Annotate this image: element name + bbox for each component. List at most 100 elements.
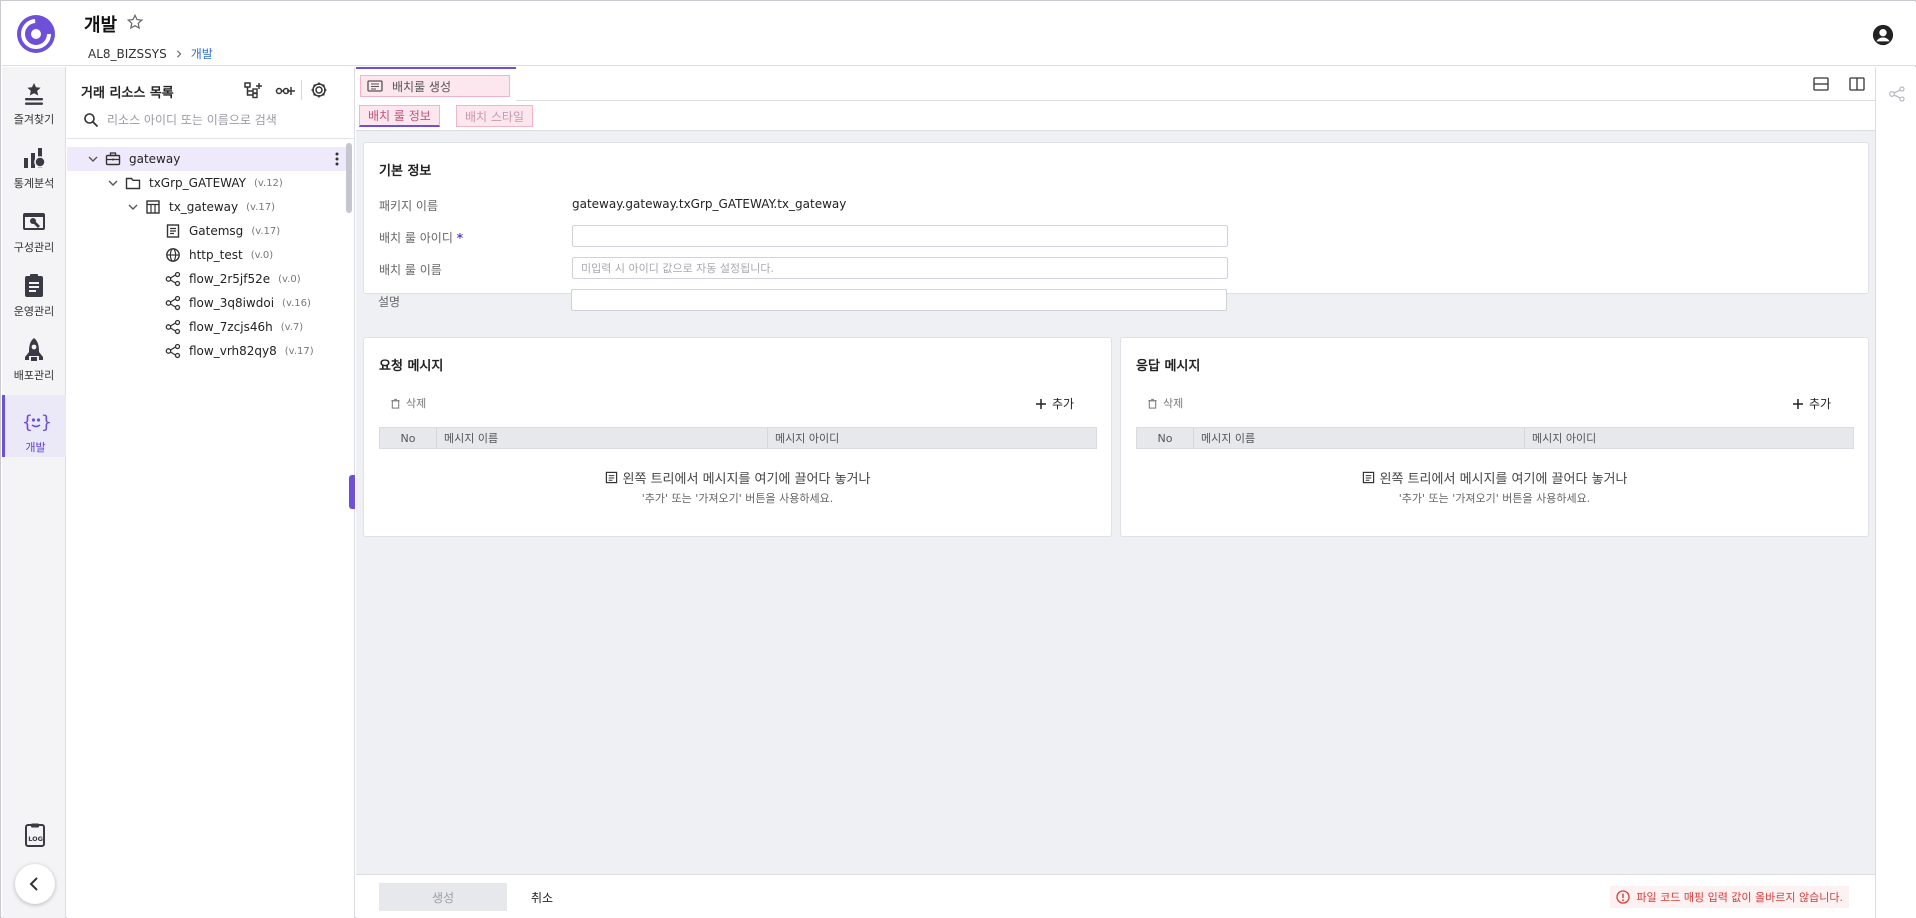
tree-scrollbar[interactable] [346, 143, 352, 213]
resource-panel: 거래 리소스 목록 gateway txGrp_GATEW [67, 67, 355, 918]
folder-icon [125, 175, 141, 191]
tree-node-version: (v.12) [253, 177, 283, 189]
tree-node-http-test[interactable]: http_test (v.0) [67, 243, 349, 267]
nav-item-deployment[interactable]: 배포관리 [2, 323, 66, 385]
nav-label: 배포관리 [13, 369, 55, 382]
split-horizontal-icon[interactable] [1813, 77, 1829, 91]
plus-icon [1793, 398, 1803, 409]
tree-node-gatemsg[interactable]: Gatemsg (v.17) [67, 219, 349, 243]
rule-name-input[interactable] [572, 257, 1228, 279]
flow-icon [165, 271, 181, 287]
description-input[interactable] [571, 289, 1227, 311]
editor-area: 배치룰 생성 배치 룰 정보 배치 스타일 기본 정보 패키지 이름 gatew… [356, 67, 1875, 918]
tree-node-label: tx_gateway [169, 200, 239, 214]
chevron-down-icon[interactable] [127, 201, 139, 213]
split-vertical-icon[interactable] [1849, 77, 1865, 91]
flow-outline-icon[interactable] [1888, 85, 1906, 103]
panel-resize-handle[interactable] [349, 475, 355, 509]
tree-node-version: (v.7) [280, 321, 304, 333]
nav-label: 통계분석 [13, 177, 55, 190]
tree-node-label: txGrp_GATEWAY [149, 176, 246, 190]
config-icon [20, 208, 48, 236]
tree-node-label: Gatemsg [189, 224, 244, 238]
tab-batch-style[interactable]: 배치 스타일 [456, 105, 534, 127]
create-button[interactable]: 생성 [379, 883, 507, 911]
add-button[interactable]: 추가 [1792, 395, 1831, 412]
col-no: No [380, 428, 437, 448]
description-label: 설명 [378, 295, 401, 309]
nav-item-operations[interactable]: 운영관리 [2, 259, 66, 321]
cancel-button[interactable]: 취소 [531, 883, 553, 911]
rule-id-input[interactable] [572, 225, 1228, 247]
clipboard-icon [20, 272, 48, 300]
app-logo-icon[interactable] [16, 14, 56, 54]
request-message-title: 요청 메시지 [379, 359, 444, 374]
nav-item-statistics[interactable]: 통계분석 [2, 131, 66, 193]
tab-batch-rule-info[interactable]: 배치 룰 정보 [359, 105, 440, 127]
nav-item-development[interactable]: {} 개발 [2, 395, 66, 457]
editor-footer: 생성 취소 파일 코드 매핑 입력 값이 올바르지 않습니다. [356, 874, 1875, 918]
sub-tab-bar: 배치 룰 정보 배치 스타일 [356, 101, 1875, 131]
empty-state-line2: '추가' 또는 '가져오기' 버튼을 사용하세요. [1398, 492, 1591, 505]
tree-expand-icon[interactable] [243, 80, 263, 100]
nav-item-configuration[interactable]: 구성관리 [2, 195, 66, 257]
error-info-icon [1616, 890, 1631, 904]
message-table-header: No 메시지 이름 메시지 아이디 [1136, 427, 1854, 449]
svg-text:}: } [41, 412, 50, 433]
response-message-title: 응답 메시지 [1136, 359, 1201, 374]
tree-node-tx-gateway[interactable]: tx_gateway (v.17) [67, 195, 349, 219]
doc-tab-batch-rule-create[interactable]: 배치룰 생성 [356, 67, 516, 101]
message-icon [605, 471, 617, 484]
tree-node-label: flow_2r5jf52e [189, 272, 271, 286]
user-account-icon[interactable] [1872, 24, 1894, 46]
add-button-label: 추가 [1809, 397, 1832, 411]
flow-icon [165, 319, 181, 335]
doc-tab-inner: 배치룰 생성 [360, 75, 510, 97]
search-icon [83, 112, 99, 128]
trash-icon [391, 398, 400, 409]
basic-info-title: 기본 정보 [379, 164, 432, 179]
nav-item-favorites[interactable]: 즐겨찾기 [2, 67, 66, 129]
nav-label: 즐겨찾기 [13, 113, 55, 126]
breadcrumb: AL8_BIZSSYS 개발 [88, 45, 213, 62]
tree-node-flow-3[interactable]: flow_7zcjs46h (v.7) [67, 315, 349, 339]
add-button[interactable]: 추가 [1035, 395, 1074, 412]
briefcase-icon [105, 151, 121, 167]
breadcrumb-item-root[interactable]: AL8_BIZSSYS [88, 47, 167, 61]
col-message-name: 메시지 이름 [1194, 428, 1525, 448]
chevron-down-icon[interactable] [107, 177, 119, 189]
message-icon [1362, 471, 1374, 484]
tree-node-flow-2[interactable]: flow_3q8iwdoi (v.16) [67, 291, 349, 315]
message-table-header: No 메시지 이름 메시지 아이디 [379, 427, 1097, 449]
globe-icon [165, 247, 181, 263]
col-no: No [1137, 428, 1194, 448]
settings-gear-icon[interactable] [309, 80, 329, 100]
tree-node-label: flow_7zcjs46h [189, 320, 273, 334]
tree-node-txgrp[interactable]: txGrp_GATEWAY (v.12) [67, 171, 349, 195]
document-tab-bar: 배치룰 생성 [356, 67, 1875, 101]
more-vertical-icon[interactable] [335, 151, 339, 167]
tree-node-flow-4[interactable]: flow_vrh82qy8 (v.17) [67, 339, 349, 363]
tree-node-label: http_test [189, 248, 243, 262]
tree-node-version: (v.0) [278, 273, 301, 285]
collapse-nav-button[interactable] [15, 864, 55, 904]
add-button-label: 추가 [1052, 397, 1075, 411]
delete-button[interactable]: 삭제 [390, 395, 426, 411]
resource-search-input[interactable] [107, 109, 337, 131]
svg-text:LOG: LOG [28, 835, 43, 843]
chevron-right-icon [175, 49, 183, 58]
add-flow-icon[interactable] [275, 80, 295, 100]
tree-node-gateway[interactable]: gateway [67, 147, 349, 171]
nav-label: 구성관리 [13, 241, 55, 254]
tree-node-label: gateway [129, 152, 181, 166]
app-header: 개발 AL8_BIZSSYS 개발 [2, 2, 1916, 66]
rule-name-label: 배치 룰 이름 [379, 263, 442, 277]
chevron-down-icon[interactable] [87, 153, 99, 165]
col-message-id: 메시지 아이디 [775, 432, 840, 445]
delete-button[interactable]: 삭제 [1147, 395, 1183, 411]
required-mark: * [456, 231, 463, 245]
tree-node-flow-1[interactable]: flow_2r5jf52e (v.0) [67, 267, 349, 291]
favorite-star-icon[interactable] [126, 13, 144, 31]
log-icon[interactable]: LOG [22, 822, 48, 848]
nav-label: 운영관리 [13, 305, 55, 318]
